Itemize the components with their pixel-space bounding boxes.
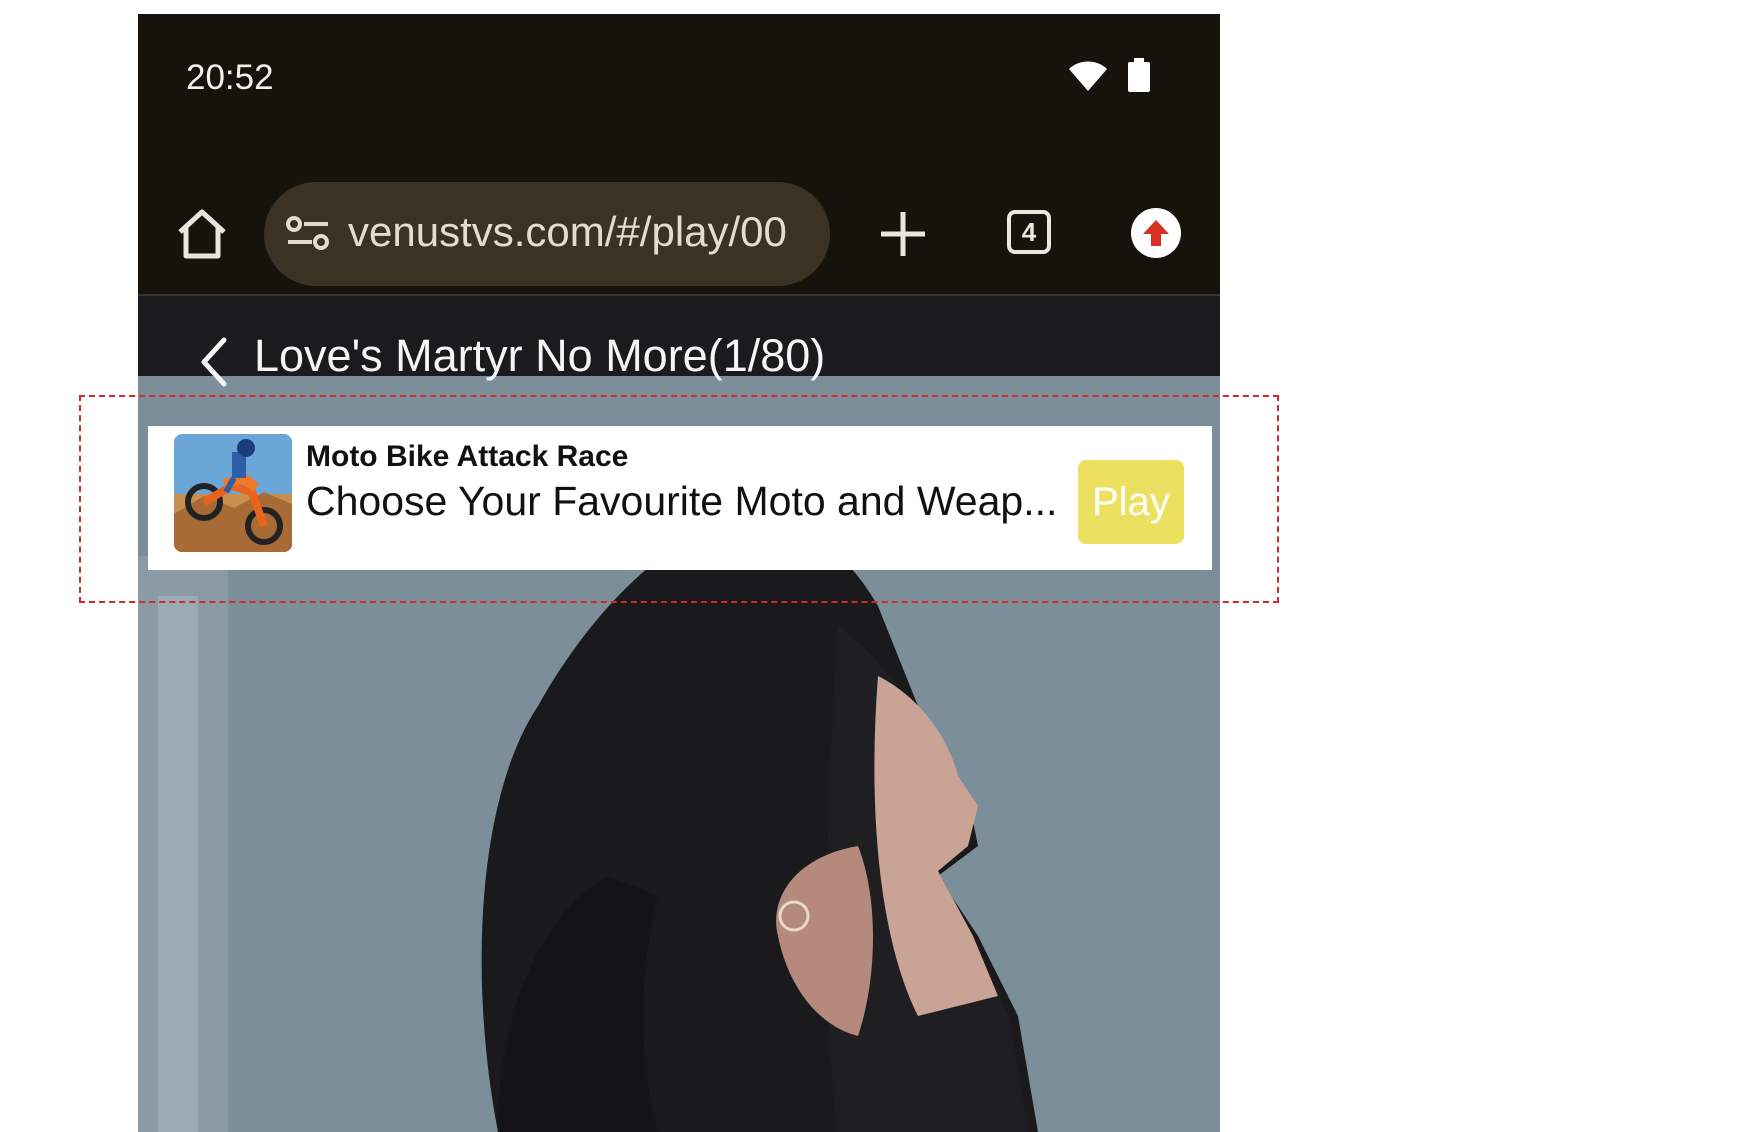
url-text[interactable]: venustvs.com/#/play/00 [348,208,787,256]
ad-thumbnail [174,434,292,552]
phone-screen: 20:52 venustvs.com/#/play/00 4 Love's Ma… [138,14,1220,1132]
ad-banner[interactable]: Moto Bike Attack Race Choose Your Favour… [148,426,1212,570]
update-button[interactable] [1131,208,1181,258]
browser-toolbar: venustvs.com/#/play/00 4 [138,144,1220,296]
motocross-icon [174,434,292,552]
ad-play-button[interactable]: Play [1078,460,1184,544]
home-icon[interactable] [174,206,230,262]
plus-icon[interactable] [873,204,933,264]
tab-switcher-icon[interactable]: 4 [1007,210,1051,254]
battery-icon [1128,58,1150,92]
back-chevron-icon[interactable] [196,336,232,388]
status-bar: 20:52 [138,14,1220,144]
site-settings-icon[interactable] [286,216,330,252]
update-arrow-icon [1143,220,1169,246]
status-clock: 20:52 [186,58,274,97]
address-bar[interactable]: venustvs.com/#/play/00 [264,182,830,286]
tab-count: 4 [1021,217,1037,247]
ad-title: Moto Bike Attack Race [306,440,629,473]
episode-title: Love's Martyr No More(1/80) [254,330,826,381]
wifi-icon [1069,61,1107,91]
ad-description: Choose Your Favourite Moto and Weap... [306,478,1058,524]
